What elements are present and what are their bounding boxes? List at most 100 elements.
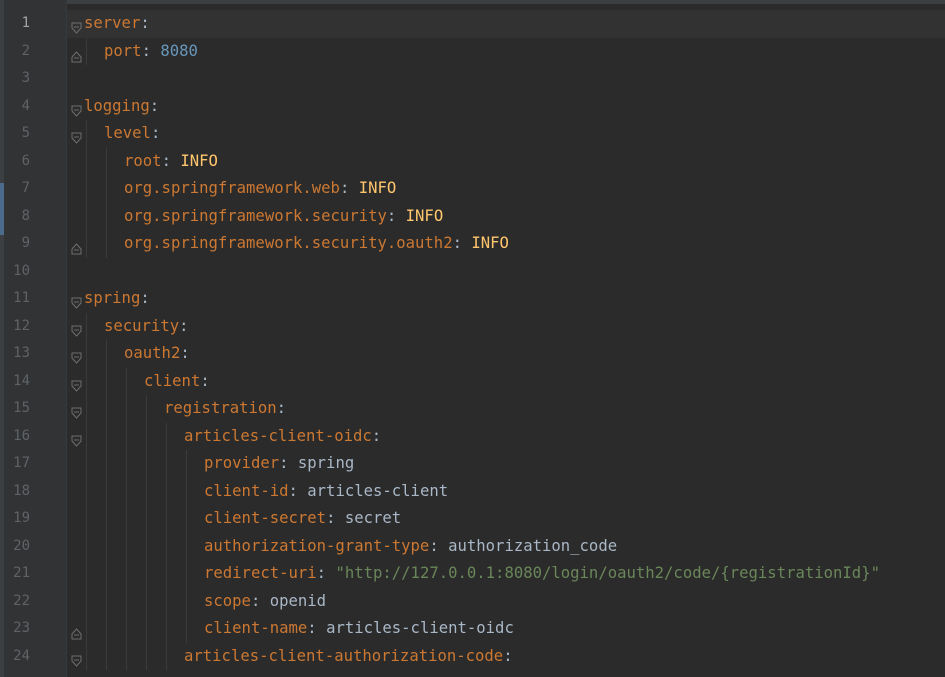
code-line[interactable]: 16 articles-client-oidc: (0, 423, 945, 451)
yaml-value: "http://127.0.0.1:8080/login/oauth2/code… (335, 564, 880, 582)
fold-open-icon[interactable] (71, 347, 82, 364)
yaml-key: root (124, 151, 162, 170)
yaml-value: secret (344, 509, 402, 527)
line-number: 18 (13, 482, 30, 499)
yaml-colon: : (140, 14, 150, 32)
fold-open-icon[interactable] (71, 100, 82, 117)
fold-open-icon[interactable] (71, 650, 82, 667)
code-line[interactable]: 3 (0, 65, 945, 93)
code-text: client-id: articles-client (204, 478, 448, 506)
yaml-key: oauth2 (124, 344, 181, 362)
code-line[interactable]: 21 redirect-uri: "http://127.0.0.1:8080/l… (0, 560, 945, 588)
fold-open-icon[interactable] (71, 402, 82, 419)
code-text: client-secret: secret (204, 505, 401, 533)
line-number: 10 (13, 262, 30, 279)
line-number: 1 (21, 15, 30, 31)
yaml-colon: : (161, 151, 171, 170)
line-number: 4 (21, 97, 30, 114)
code-line[interactable]: 6 root: INFO (0, 148, 945, 176)
yaml-key: provider (204, 454, 280, 472)
code-text: client: (144, 368, 210, 396)
line-number: 11 (13, 290, 30, 306)
yaml-colon: : (180, 344, 190, 362)
line-number: 22 (13, 592, 30, 609)
fold-end-icon[interactable] (71, 45, 82, 62)
code-line[interactable]: 11 spring: (0, 285, 945, 313)
line-number: 5 (21, 125, 30, 141)
yaml-value: INFO (180, 151, 218, 170)
code-line[interactable]: 1 server: (0, 10, 945, 38)
yaml-colon: : (276, 399, 287, 417)
yaml-value: articles-client (307, 481, 449, 500)
line-number: 9 (21, 235, 30, 251)
fold-open-icon[interactable] (71, 127, 82, 144)
yaml-key: logging (84, 96, 150, 115)
code-line[interactable]: 18 client-id: articles-client (0, 478, 945, 506)
code-text: redirect-uri: "http://127.0.0.1:8080/log… (204, 560, 880, 588)
line-number: 2 (21, 42, 30, 59)
code-line[interactable]: 22 scope: openid (0, 588, 945, 616)
code-line[interactable]: 20 authorization-grant-type: authorizatio… (0, 533, 945, 561)
yaml-colon: : (141, 41, 151, 60)
line-number: 14 (13, 372, 30, 389)
fold-open-icon[interactable] (71, 292, 82, 309)
yaml-value: spring (297, 454, 355, 472)
yaml-key: org.springframework.security (124, 206, 387, 225)
code-line[interactable]: 17 provider: spring (0, 450, 945, 478)
code-line[interactable]: 12 security: (0, 313, 945, 341)
yaml-value: INFO (358, 179, 397, 197)
fold-open-icon[interactable] (71, 430, 82, 447)
code-line[interactable]: 13 oauth2: (0, 340, 945, 368)
code-text: registration: (164, 395, 286, 423)
code-text: port: 8080 (104, 38, 198, 66)
yaml-key: authorization-grant-type (204, 536, 430, 555)
code-text: level: (104, 120, 160, 148)
yaml-colon: : (200, 371, 210, 390)
code-editor[interactable]: 1 server: 2 port: 8080 3 4 logging: 5 level: 6 roo… (0, 0, 945, 677)
code-text: articles-client-authorization-code: (184, 643, 513, 671)
yaml-key: spring (84, 289, 141, 307)
yaml-colon: : (140, 289, 150, 307)
yaml-key: client (144, 371, 201, 390)
code-line[interactable]: 7 org.springframework.web: INFO (0, 175, 945, 203)
code-line[interactable]: 15 registration: (0, 395, 945, 423)
line-number: 6 (21, 152, 30, 169)
code-text: org.springframework.security: INFO (124, 203, 443, 231)
code-line[interactable]: 8 org.springframework.security: INFO (0, 203, 945, 231)
yaml-colon: : (503, 646, 513, 665)
code-text: spring: (84, 285, 150, 313)
yaml-value: INFO (471, 234, 509, 252)
code-text: logging: (84, 93, 159, 121)
fold-end-icon[interactable] (71, 622, 82, 640)
fold-open-icon[interactable] (71, 320, 82, 337)
yaml-key: server (84, 14, 141, 32)
yaml-colon: : (429, 536, 439, 555)
code-text: articles-client-oidc: (184, 423, 381, 451)
code-text: org.springframework.web: INFO (124, 175, 396, 203)
fold-open-icon[interactable] (71, 375, 82, 392)
code-line[interactable]: 19 client-secret: secret (0, 505, 945, 533)
code-line[interactable]: 9 org.springframework.security.oauth2: IN… (0, 230, 945, 258)
code-text: scope: openid (204, 588, 326, 616)
yaml-key: level (104, 124, 151, 142)
line-number: 23 (13, 620, 30, 636)
code-line[interactable]: 23 client-name: articles-client-oidc (0, 615, 945, 643)
code-line[interactable]: 10 (0, 258, 945, 286)
code-line[interactable]: 14 client: (0, 368, 945, 396)
yaml-colon: : (288, 481, 298, 500)
code-line[interactable]: 4 logging: (0, 93, 945, 121)
line-number: 20 (13, 537, 30, 554)
yaml-value: INFO (405, 206, 444, 225)
fold-end-icon[interactable] (71, 237, 82, 255)
code-text: oauth2: (124, 340, 190, 368)
yaml-colon: : (307, 619, 317, 637)
code-line[interactable]: 24 articles-client-authorization-code: (0, 643, 945, 671)
fold-open-icon[interactable] (71, 17, 82, 34)
yaml-key: client-name (204, 619, 308, 637)
code-line[interactable]: 2 port: 8080 (0, 38, 945, 66)
code-text: server: (84, 10, 150, 38)
code-text: org.springframework.security.oauth2: INF… (124, 230, 509, 258)
yaml-colon: : (452, 234, 462, 252)
code-line[interactable]: 5 level: (0, 120, 945, 148)
yaml-colon: : (179, 316, 189, 335)
